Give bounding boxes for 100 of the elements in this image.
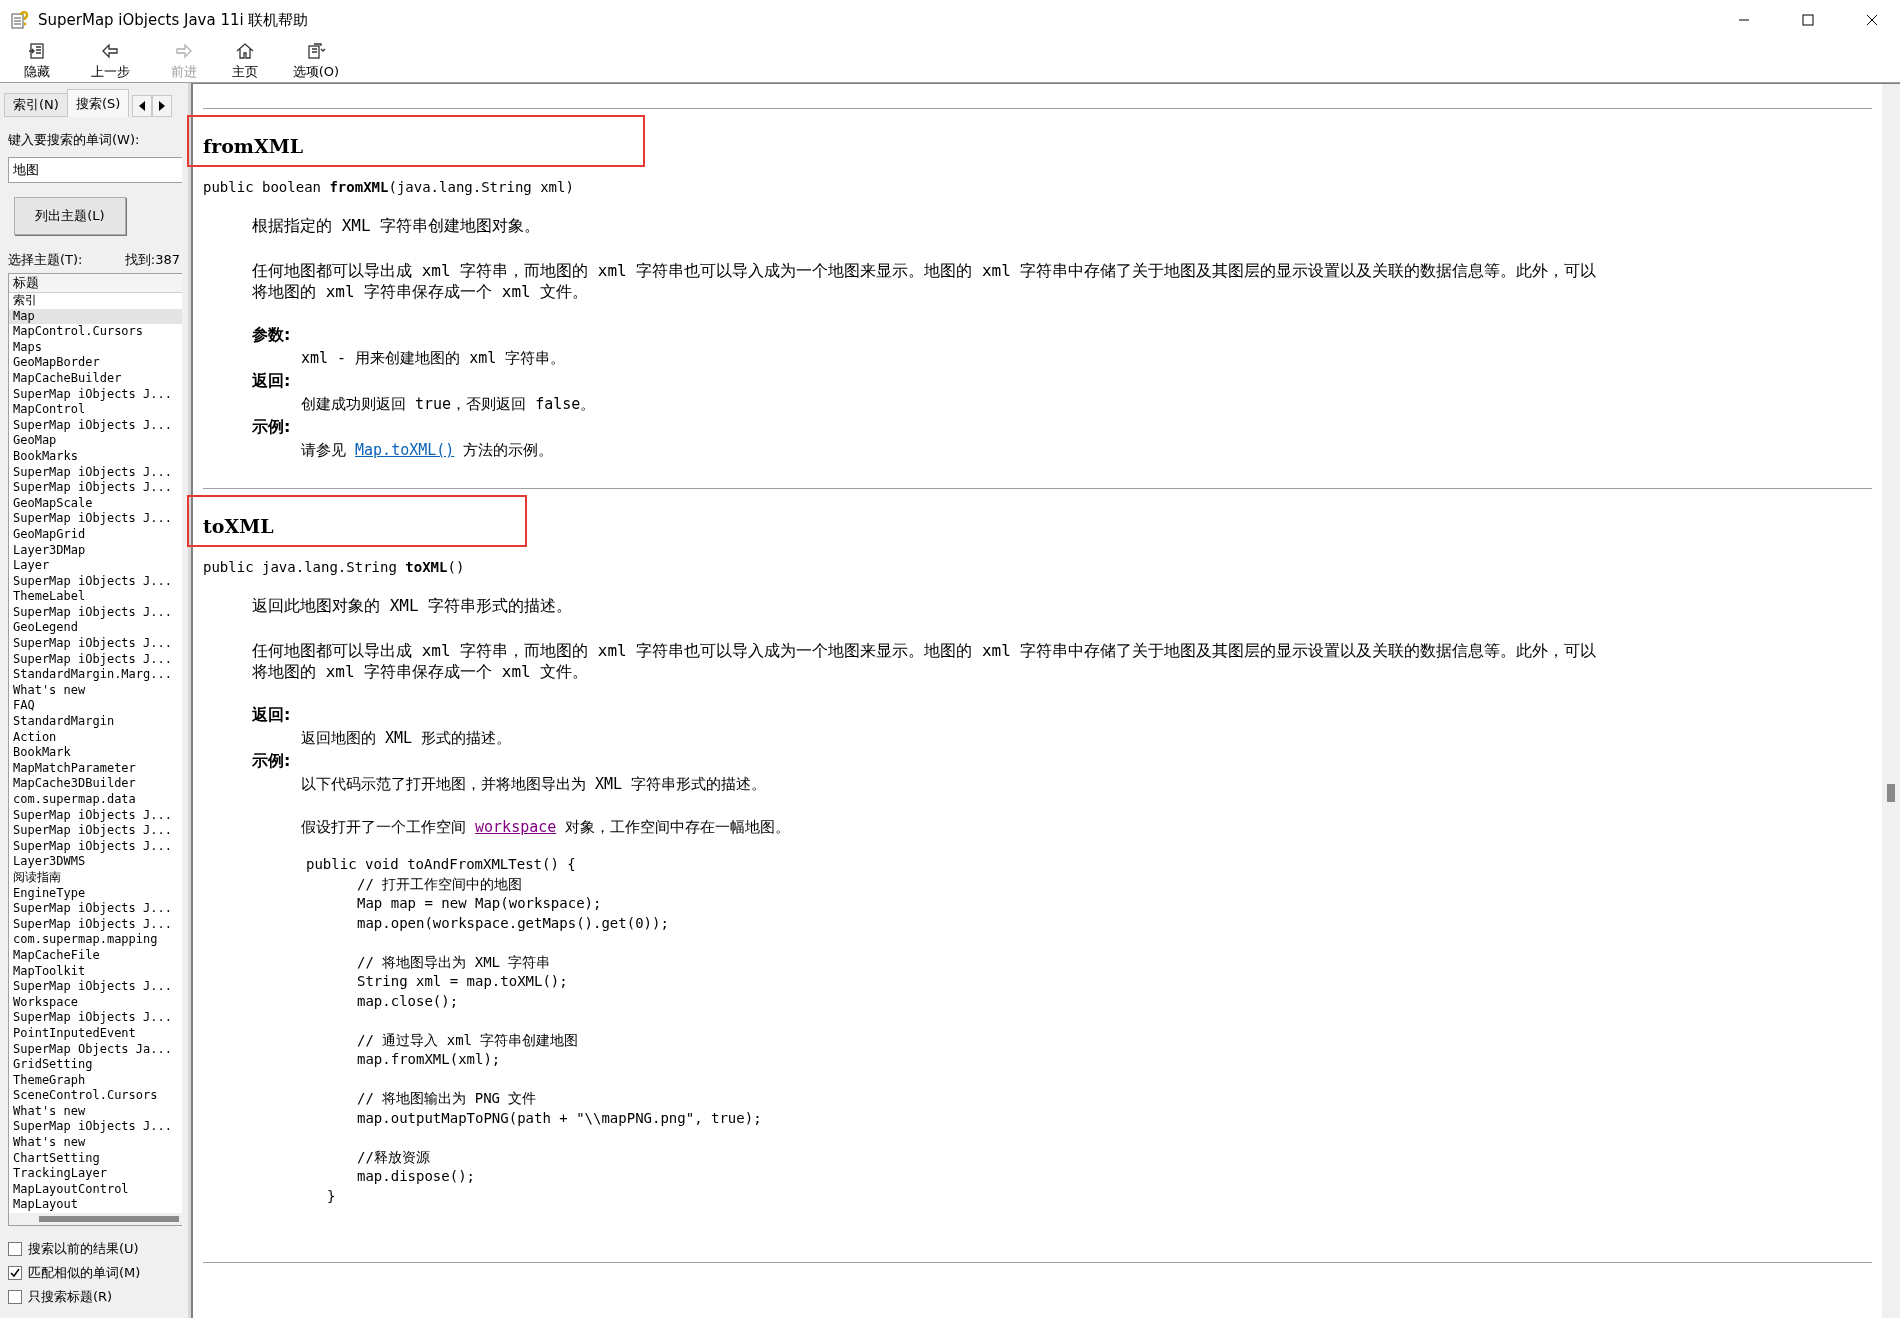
topic-item[interactable]: SuperMap iObjects J...: [9, 1119, 182, 1136]
topic-item[interactable]: GridSetting: [9, 1057, 182, 1073]
topic-item[interactable]: MapLayoutControl: [9, 1181, 182, 1198]
topic-item[interactable]: Action: [9, 729, 182, 746]
detail-label: 示例:: [252, 416, 292, 438]
topic-item[interactable]: 索引: [9, 293, 182, 309]
checkbox[interactable]: [8, 1242, 22, 1257]
code-line: //释放资源: [356, 1147, 431, 1167]
topic-item[interactable]: EngineType: [9, 885, 182, 902]
topic-item[interactable]: TrackingLayer: [9, 1166, 182, 1182]
topic-item[interactable]: SuperMap iObjects J...: [9, 916, 182, 933]
list-topics-button[interactable]: 列出主题(L): [14, 197, 126, 235]
topic-item[interactable]: What's new: [9, 682, 182, 699]
topic-item[interactable]: MapCache3DBuilder: [9, 776, 182, 792]
topic-item[interactable]: com.supermap.mapping: [9, 932, 182, 948]
code-line: // 将地图输出为 PNG 文件: [356, 1089, 538, 1108]
help-document-icon: [10, 10, 30, 30]
topic-item[interactable]: ThemeGraph: [9, 1072, 182, 1089]
topic-item[interactable]: Layer: [9, 558, 182, 574]
topic-item[interactable]: SuperMap iObjects J...: [9, 604, 182, 621]
home-icon: [235, 41, 255, 61]
check-icon: [10, 1268, 20, 1279]
topic-item[interactable]: MapMatchParameter: [9, 760, 182, 777]
topic-item[interactable]: MapControl: [9, 402, 182, 418]
found-count: 找到:387: [124, 251, 180, 269]
topic-item[interactable]: SuperMap iObjects J...: [9, 511, 182, 527]
topic-item[interactable]: com.supermap.data: [9, 792, 182, 808]
sidebar-tab[interactable]: 搜索(S): [66, 89, 130, 117]
option-checkbox[interactable]: 搜索以前的结果(U): [8, 1240, 180, 1259]
method-description: 根据指定的 XML 字符串创建地图对象。: [252, 215, 542, 236]
topic-item[interactable]: SuperMap Objects Ja...: [9, 1041, 182, 1058]
checkbox[interactable]: [8, 1290, 22, 1305]
panel-icon: [27, 41, 47, 61]
detail-label: 返回:: [252, 370, 292, 392]
toolbar-button[interactable]: 主页: [214, 40, 276, 82]
topic-item[interactable]: SuperMap iObjects J...: [9, 480, 182, 496]
option-checkbox[interactable]: 匹配相似的单词(M): [8, 1264, 180, 1283]
topic-item[interactable]: Layer3DWMS: [9, 854, 182, 870]
topic-item[interactable]: GeoMapBorder: [9, 355, 182, 371]
topic-item[interactable]: GeoLegend: [9, 620, 182, 637]
topic-item[interactable]: What's new: [9, 1135, 182, 1151]
topic-item[interactable]: 阅读指南: [9, 869, 182, 886]
topic-item[interactable]: StandardMargin.Marg...: [9, 667, 182, 683]
topic-item[interactable]: SuperMap iObjects J...: [9, 386, 182, 403]
topic-item[interactable]: Layer3DMap: [9, 542, 182, 559]
topic-item[interactable]: SuperMap iObjects J...: [9, 651, 182, 668]
horizontal-scrollbar[interactable]: [9, 1213, 182, 1226]
search-field[interactable]: 地图: [8, 157, 182, 183]
topic-item[interactable]: SuperMap iObjects J...: [9, 1010, 182, 1026]
tab-scroll-right-button[interactable]: [152, 95, 173, 117]
topic-item[interactable]: GeoMap: [9, 433, 182, 449]
topic-item[interactable]: Workspace: [9, 994, 182, 1011]
topic-item[interactable]: MapControl.Cursors: [9, 324, 182, 340]
sidebar-tab[interactable]: 索引(N): [4, 93, 68, 117]
topic-item[interactable]: MapCacheBuilder: [9, 370, 182, 387]
topic-item[interactable]: SuperMap iObjects J...: [9, 807, 182, 824]
topic-item[interactable]: ChartSetting: [9, 1150, 182, 1167]
code-line: map.close();: [356, 991, 460, 1011]
topic-item[interactable]: SceneControl.Cursors: [9, 1088, 182, 1104]
topic-item[interactable]: SuperMap iObjects J...: [9, 573, 182, 590]
topic-item[interactable]: ThemeLabel: [9, 589, 182, 605]
topic-item[interactable]: SuperMap iObjects J...: [9, 823, 182, 839]
topic-item[interactable]: PointInputedEvent: [9, 1025, 182, 1042]
doc-link[interactable]: workspace: [475, 818, 557, 836]
topic-item[interactable]: StandardMargin: [9, 714, 182, 730]
topic-item[interactable]: What's new: [9, 1103, 182, 1120]
topic-item[interactable]: SuperMap iObjects J...: [9, 636, 182, 652]
toolbar-button[interactable]: 上一步: [66, 40, 154, 82]
topic-item[interactable]: GeoMapGrid: [9, 526, 182, 543]
checkbox[interactable]: [8, 1266, 22, 1281]
code-line: Map map = new Map(workspace);: [356, 894, 603, 913]
topic-item[interactable]: MapLayout: [9, 1197, 182, 1214]
topic-item[interactable]: Map: [9, 308, 182, 325]
topic-item[interactable]: SuperMap iObjects J...: [9, 838, 182, 855]
code-line: // 将地图导出为 XML 字符串: [356, 952, 552, 972]
column-header[interactable]: 标题: [9, 274, 182, 293]
method-signature: public boolean fromXML(java.lang.String xml): [203, 179, 575, 195]
option-checkbox[interactable]: 只搜索标题(R): [8, 1288, 180, 1307]
topic-item[interactable]: BookMark: [9, 745, 182, 761]
code-line: }: [326, 1186, 337, 1206]
topic-item[interactable]: MapCacheFile: [9, 947, 182, 964]
topic-item[interactable]: SuperMap iObjects J...: [9, 979, 182, 995]
vertical-scrollbar[interactable]: [1882, 84, 1900, 1318]
topic-item[interactable]: BookMarks: [9, 448, 182, 465]
topics-label: 选择主题(T):: [8, 251, 83, 269]
toolbar-button[interactable]: 选项(O): [276, 40, 356, 82]
topic-item[interactable]: FAQ: [9, 698, 182, 715]
tab-scroll-left-button[interactable]: [132, 95, 153, 117]
topic-item[interactable]: MapToolkit: [9, 963, 182, 980]
topic-item[interactable]: GeoMapScale: [9, 495, 182, 512]
paragraph-line: 将地图的 xml 字符串保存成一个 xml 文件。: [252, 281, 590, 302]
topic-item[interactable]: SuperMap iObjects J...: [9, 464, 182, 481]
doc-link[interactable]: Map.toXML(): [355, 441, 455, 459]
topic-item[interactable]: Maps: [9, 339, 182, 356]
topic-item[interactable]: SuperMap iObjects J...: [9, 417, 182, 434]
topic-item[interactable]: SuperMap iObjects J...: [9, 901, 182, 917]
detail-text: 请参见 Map.toXML() 方法的示例。: [301, 440, 555, 461]
code-line: map.open(workspace.getMaps().get(0));: [356, 913, 670, 933]
toolbar-button[interactable]: 隐藏: [8, 40, 66, 82]
detail-text: 假设打开了一个工作空间 workspace 对象，工作空间中存在一幅地图。: [301, 817, 792, 838]
